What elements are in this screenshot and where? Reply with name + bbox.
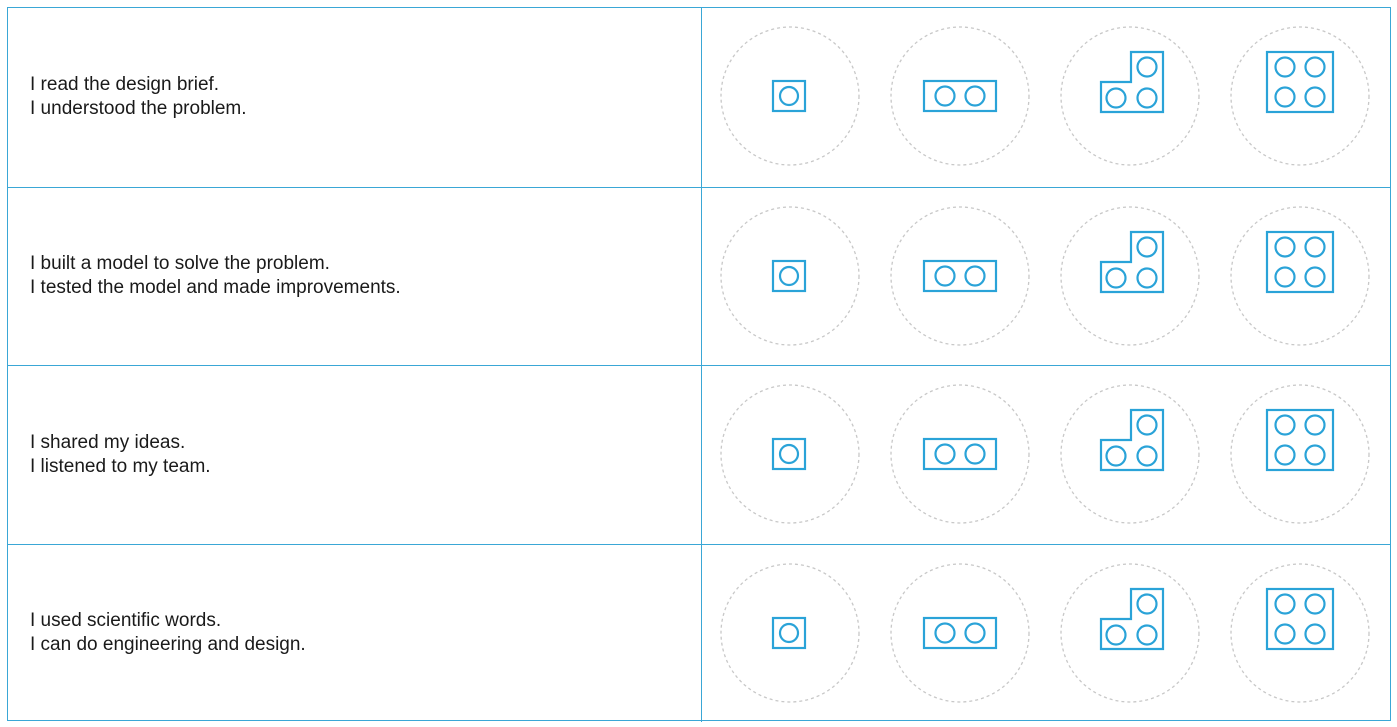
rating-option-4[interactable]: [1229, 562, 1371, 704]
brick-1x1-icon: [720, 562, 860, 703]
rating-option-1[interactable]: [719, 562, 861, 704]
brick-L-icon: [1060, 562, 1200, 703]
rating-options: [703, 8, 1392, 187]
dashed-circle: [890, 384, 1030, 524]
statement-line-2: I tested the model and made improvements…: [30, 277, 401, 299]
dashed-circle: [1060, 562, 1200, 703]
statement-line-1: I used scientific words.: [30, 610, 222, 632]
statement-line-2: I understood the problem.: [30, 98, 247, 120]
brick-1x2-icon: [890, 205, 1030, 346]
rating-options: [703, 545, 1392, 723]
rating-options: [703, 366, 1392, 544]
rating-option-2[interactable]: [889, 205, 1031, 347]
dashed-circle: [720, 562, 860, 703]
dashed-circle: [720, 26, 860, 166]
column-divider: [701, 187, 702, 365]
column-divider: [701, 8, 702, 187]
statement-line-2: I can do engineering and design.: [30, 634, 306, 656]
brick-L-icon: [1060, 26, 1200, 166]
rating-options: [703, 188, 1392, 366]
rating-option-2[interactable]: [889, 25, 1031, 167]
rating-option-3[interactable]: [1059, 25, 1201, 167]
dashed-circle: [1060, 26, 1200, 166]
rating-option-3[interactable]: [1059, 205, 1201, 347]
rating-option-2[interactable]: [889, 562, 1031, 704]
table-row: I shared my ideas. I listened to my team.: [8, 365, 1390, 544]
brick-2x2-icon: [1230, 384, 1370, 524]
table-row: I built a model to solve the problem. I t…: [8, 186, 1392, 366]
brick-L-icon: [1060, 205, 1200, 346]
rating-option-3[interactable]: [1059, 562, 1201, 704]
dashed-circle: [1230, 26, 1370, 166]
dashed-circle: [1060, 205, 1200, 346]
rating-option-1[interactable]: [719, 25, 861, 167]
brick-2x2-icon: [1230, 205, 1370, 346]
dashed-circle: [1230, 384, 1370, 524]
dashed-circle: [1230, 205, 1370, 346]
brick-L-icon: [1060, 384, 1200, 524]
rating-option-1[interactable]: [719, 383, 861, 525]
brick-1x1-icon: [720, 26, 860, 166]
brick-2x2-icon: [1230, 26, 1370, 166]
dashed-circle: [1230, 562, 1370, 703]
brick-1x1-icon: [720, 384, 860, 524]
brick-1x1-icon: [720, 205, 860, 346]
rating-option-3[interactable]: [1059, 383, 1201, 525]
rating-option-1[interactable]: [719, 205, 861, 347]
rating-option-4[interactable]: [1229, 25, 1371, 167]
table-row: I used scientific words. I can do enginee…: [8, 543, 1392, 723]
statement-line-1: I built a model to solve the problem.: [30, 253, 330, 275]
rating-option-4[interactable]: [1229, 383, 1371, 525]
rating-option-4[interactable]: [1229, 205, 1371, 347]
statement-text: I read the design brief. I understood the…: [30, 8, 690, 187]
statement-line-2: I listened to my team.: [30, 455, 211, 477]
dashed-circle: [720, 384, 860, 524]
dashed-circle: [720, 205, 860, 346]
column-divider: [701, 366, 702, 544]
statement-line-1: I shared my ideas.: [30, 431, 186, 453]
rating-option-2[interactable]: [889, 383, 1031, 525]
brick-2x2-icon: [1230, 562, 1370, 703]
dashed-circle: [890, 205, 1030, 346]
brick-1x2-icon: [890, 562, 1030, 703]
column-divider: [701, 544, 702, 722]
brick-1x2-icon: [890, 384, 1030, 524]
dashed-circle: [1060, 384, 1200, 524]
statement-text: I shared my ideas. I listened to my team.: [30, 366, 690, 544]
statement-text: I used scientific words. I can do enginee…: [30, 545, 690, 723]
statement-text: I built a model to solve the problem. I t…: [30, 188, 690, 366]
self-assessment-table: I read the design brief. I understood the…: [7, 7, 1392, 723]
dashed-circle: [890, 562, 1030, 703]
dashed-circle: [890, 26, 1030, 166]
statement-line-1: I read the design brief.: [30, 74, 220, 96]
brick-1x2-icon: [890, 26, 1030, 166]
table-row: I read the design brief. I understood the…: [8, 8, 1390, 187]
